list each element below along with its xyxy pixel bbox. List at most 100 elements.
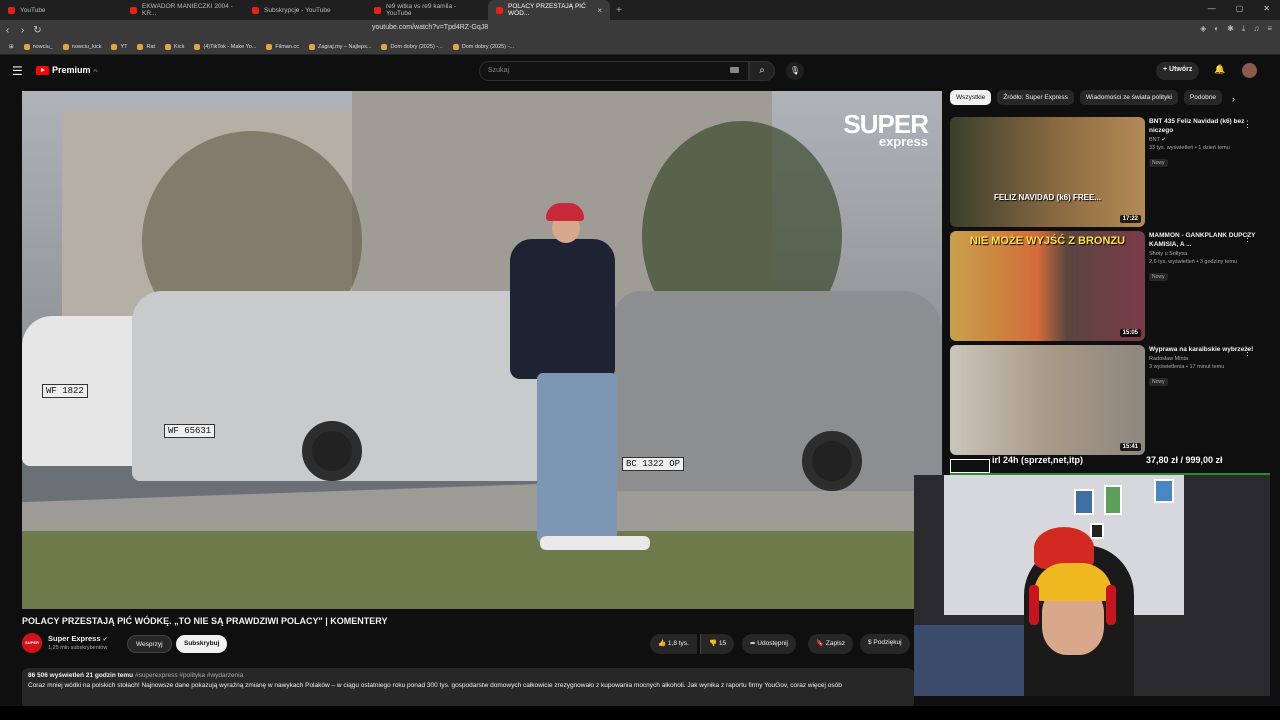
verified-icon: ✔ (1161, 137, 1167, 143)
verified-icon: ✔ (102, 637, 108, 643)
bookmarks-bar: ⊞ nowciu_ nowciu_kick YT Rat Kick (4)Tik… (0, 40, 1280, 55)
bookmark-item[interactable]: Dom dobry (2025) -... (378, 44, 445, 50)
extension-icon[interactable]: ◈ (1200, 24, 1206, 34)
reload-icon[interactable]: ↻ (30, 25, 45, 36)
puzzle-icon[interactable]: ✱ (1227, 24, 1234, 34)
goal-amount: 37,80 zł / 999,00 zł (1146, 455, 1223, 465)
license-plate: WF 1822 (42, 384, 88, 398)
browser-tab[interactable]: re9 witka vs re9 kamila - YouTube (366, 0, 488, 20)
headphones-icon (1029, 585, 1039, 625)
more-options-icon[interactable]: ⋮ (1243, 347, 1252, 358)
wall-poster (1104, 485, 1122, 515)
search-button[interactable]: ⌕ (749, 61, 775, 81)
headphones-icon (1106, 585, 1116, 625)
youtube-header: ☰ Premium PL Szukaj ⌕ 🎙 + Utwórz 🔔 (0, 56, 1280, 86)
video-thumbnail[interactable]: 15:41 (950, 345, 1145, 455)
goal-label: irl 24h (sprzet,net,itp) (992, 455, 1084, 465)
video-player[interactable]: WF 65631 BC 1322 OP WF 1822 SUPER expres… (22, 91, 942, 609)
browser-tab[interactable]: Subskrypcje - YouTube (244, 0, 366, 20)
new-badge: Nowy (1149, 273, 1168, 281)
new-tab-button[interactable]: + (616, 5, 622, 16)
wall-poster (1074, 489, 1094, 515)
recommendation-channel[interactable]: BNT ✔ (1149, 137, 1259, 143)
chevron-right-icon[interactable]: › (1232, 94, 1235, 104)
video-thumbnail[interactable]: FELIZ NAVIDAD (k6) FREE... 17:22 (950, 117, 1145, 227)
user-avatar[interactable] (1242, 63, 1257, 78)
bookmark-item[interactable]: nowciu_ (21, 44, 56, 50)
save-button[interactable]: 🔖 Zapisz (808, 634, 854, 654)
bookmark-item[interactable]: Filman.cc (263, 44, 302, 50)
more-options-icon[interactable]: ⋮ (1243, 233, 1252, 244)
youtube-favicon-icon (252, 6, 259, 14)
bookmark-icon (137, 44, 144, 50)
video-description[interactable]: 86 506 wyświetleń 21 godzin temu #supere… (22, 668, 914, 708)
recommendation-item[interactable]: 15:41 Wyprawa na karaibskie wybrzeże! Ra… (950, 345, 1270, 455)
menu-icon[interactable]: ≡ (1267, 24, 1272, 34)
maximize-icon[interactable]: ▢ (1236, 4, 1244, 13)
window-controls: — ▢ ✕ (1208, 4, 1270, 13)
description-text: Coraz mniej wódki na polskich stołach! N… (28, 682, 842, 689)
browser-tab[interactable]: EKWADOR MANIECZKI 2004 - KR... (122, 0, 244, 20)
channel-avatar[interactable]: SUPER (22, 633, 42, 653)
forward-icon[interactable]: › (15, 25, 30, 36)
recommendation-channel[interactable]: Shoty u Sołtysa (1149, 251, 1259, 257)
hashtags[interactable]: #superexpress #polityka #wydarzenia (135, 672, 243, 679)
bookmark-item[interactable]: Kick (162, 44, 187, 50)
close-window-icon[interactable]: ✕ (1263, 4, 1270, 13)
back-icon[interactable]: ‹ (0, 25, 15, 36)
bookmark-item[interactable]: nowciu_kick (60, 44, 105, 50)
support-button[interactable]: Wesprzyj (127, 635, 172, 653)
bookmark-item[interactable]: YT (108, 44, 130, 50)
video-title: POLACY PRZESTAJĄ PIĆ WÓDKĘ. „TO NIE SĄ P… (22, 616, 388, 626)
bookmark-item[interactable]: Dom dobry (2025) -... (450, 44, 517, 50)
share-button[interactable]: ➦ Udostępnij (742, 634, 796, 654)
recommendation-item[interactable]: NIE MOŻE WYJŚĆ Z BRONZU 15:05 MAMMON - G… (950, 231, 1270, 341)
recommendation-item[interactable]: FELIZ NAVIDAD (k6) FREE... 17:22 BNT 435… (950, 117, 1270, 227)
license-plate: WF 65631 (164, 424, 216, 438)
bookmark-item[interactable]: (4)TikTok - Make Yo... (191, 44, 259, 50)
more-options-icon[interactable]: ⋮ (1243, 119, 1252, 130)
thumbs-down-icon: 👎 (709, 640, 719, 647)
create-button[interactable]: + Utwórz (1156, 62, 1200, 80)
duration-badge: 15:41 (1119, 443, 1141, 451)
chip-politics[interactable]: Wiadomości ze świata polityki (1079, 90, 1178, 105)
minimize-icon[interactable]: — (1208, 4, 1216, 13)
chicken-costume-beak (1034, 563, 1112, 601)
notifications-bell-icon[interactable]: 🔔 (1214, 64, 1225, 75)
youtube-favicon-icon (496, 6, 503, 14)
chip-all[interactable]: Wszystkie (950, 90, 992, 105)
chip-similar[interactable]: Podobne (1183, 90, 1222, 105)
bookmark-icon (165, 44, 172, 50)
chip-source[interactable]: Źródło: Super Express (997, 90, 1074, 105)
bookmark-icon (308, 44, 315, 50)
video-frame-person-jacket (510, 239, 615, 379)
download-icon[interactable]: ⤓ (1242, 24, 1246, 34)
close-tab-icon[interactable]: × (597, 6, 602, 15)
bookmark-item[interactable]: Rat (134, 44, 158, 50)
keyboard-icon[interactable] (730, 67, 739, 73)
video-thumbnail[interactable]: NIE MOŻE WYJŚĆ Z BRONZU 15:05 (950, 231, 1145, 341)
youtube-premium-logo[interactable]: Premium PL (36, 65, 98, 75)
url-field[interactable]: youtube.com/watch?v=Tpd4RZ-GqJ8 (372, 24, 488, 31)
hamburger-menu-icon[interactable]: ☰ (12, 64, 23, 78)
dislike-button[interactable]: 👎 15 (700, 634, 735, 654)
channel-name[interactable]: Super Express ✔ (48, 634, 108, 643)
search-input[interactable]: Szukaj (479, 61, 749, 81)
voice-search-button[interactable]: 🎙 (786, 62, 804, 80)
volume-icon[interactable]: ◐ (1214, 24, 1219, 34)
subscribe-button[interactable]: Subskrybuj (176, 635, 228, 653)
wall-poster (1154, 479, 1174, 503)
music-icon[interactable]: ♫ (1253, 24, 1259, 34)
browser-tab-active[interactable]: POLACY PRZESTAJĄ PIĆ WÓD... × (488, 0, 610, 20)
address-bar: ‹ › ↻ youtube.com/watch?v=Tpd4RZ-GqJ8 ◈ … (0, 20, 1280, 40)
youtube-favicon-icon (130, 6, 137, 14)
thanks-button[interactable]: $ Podziękuj (860, 634, 910, 654)
bookmark-item[interactable]: Zagraj.my – Najleps... (306, 44, 375, 50)
recommendation-meta: 2,6 tys. wyświetleń • 3 godziny temu (1149, 259, 1238, 265)
apps-icon[interactable]: ⊞ (6, 44, 17, 50)
browser-tab[interactable]: YouTube (0, 0, 122, 20)
bookmark-icon (266, 44, 273, 50)
like-button[interactable]: 👍 1,8 tys. (650, 634, 697, 654)
bookmark-icon (62, 44, 69, 50)
subscriber-count: 1,25 mln subskrybentów (48, 645, 108, 651)
